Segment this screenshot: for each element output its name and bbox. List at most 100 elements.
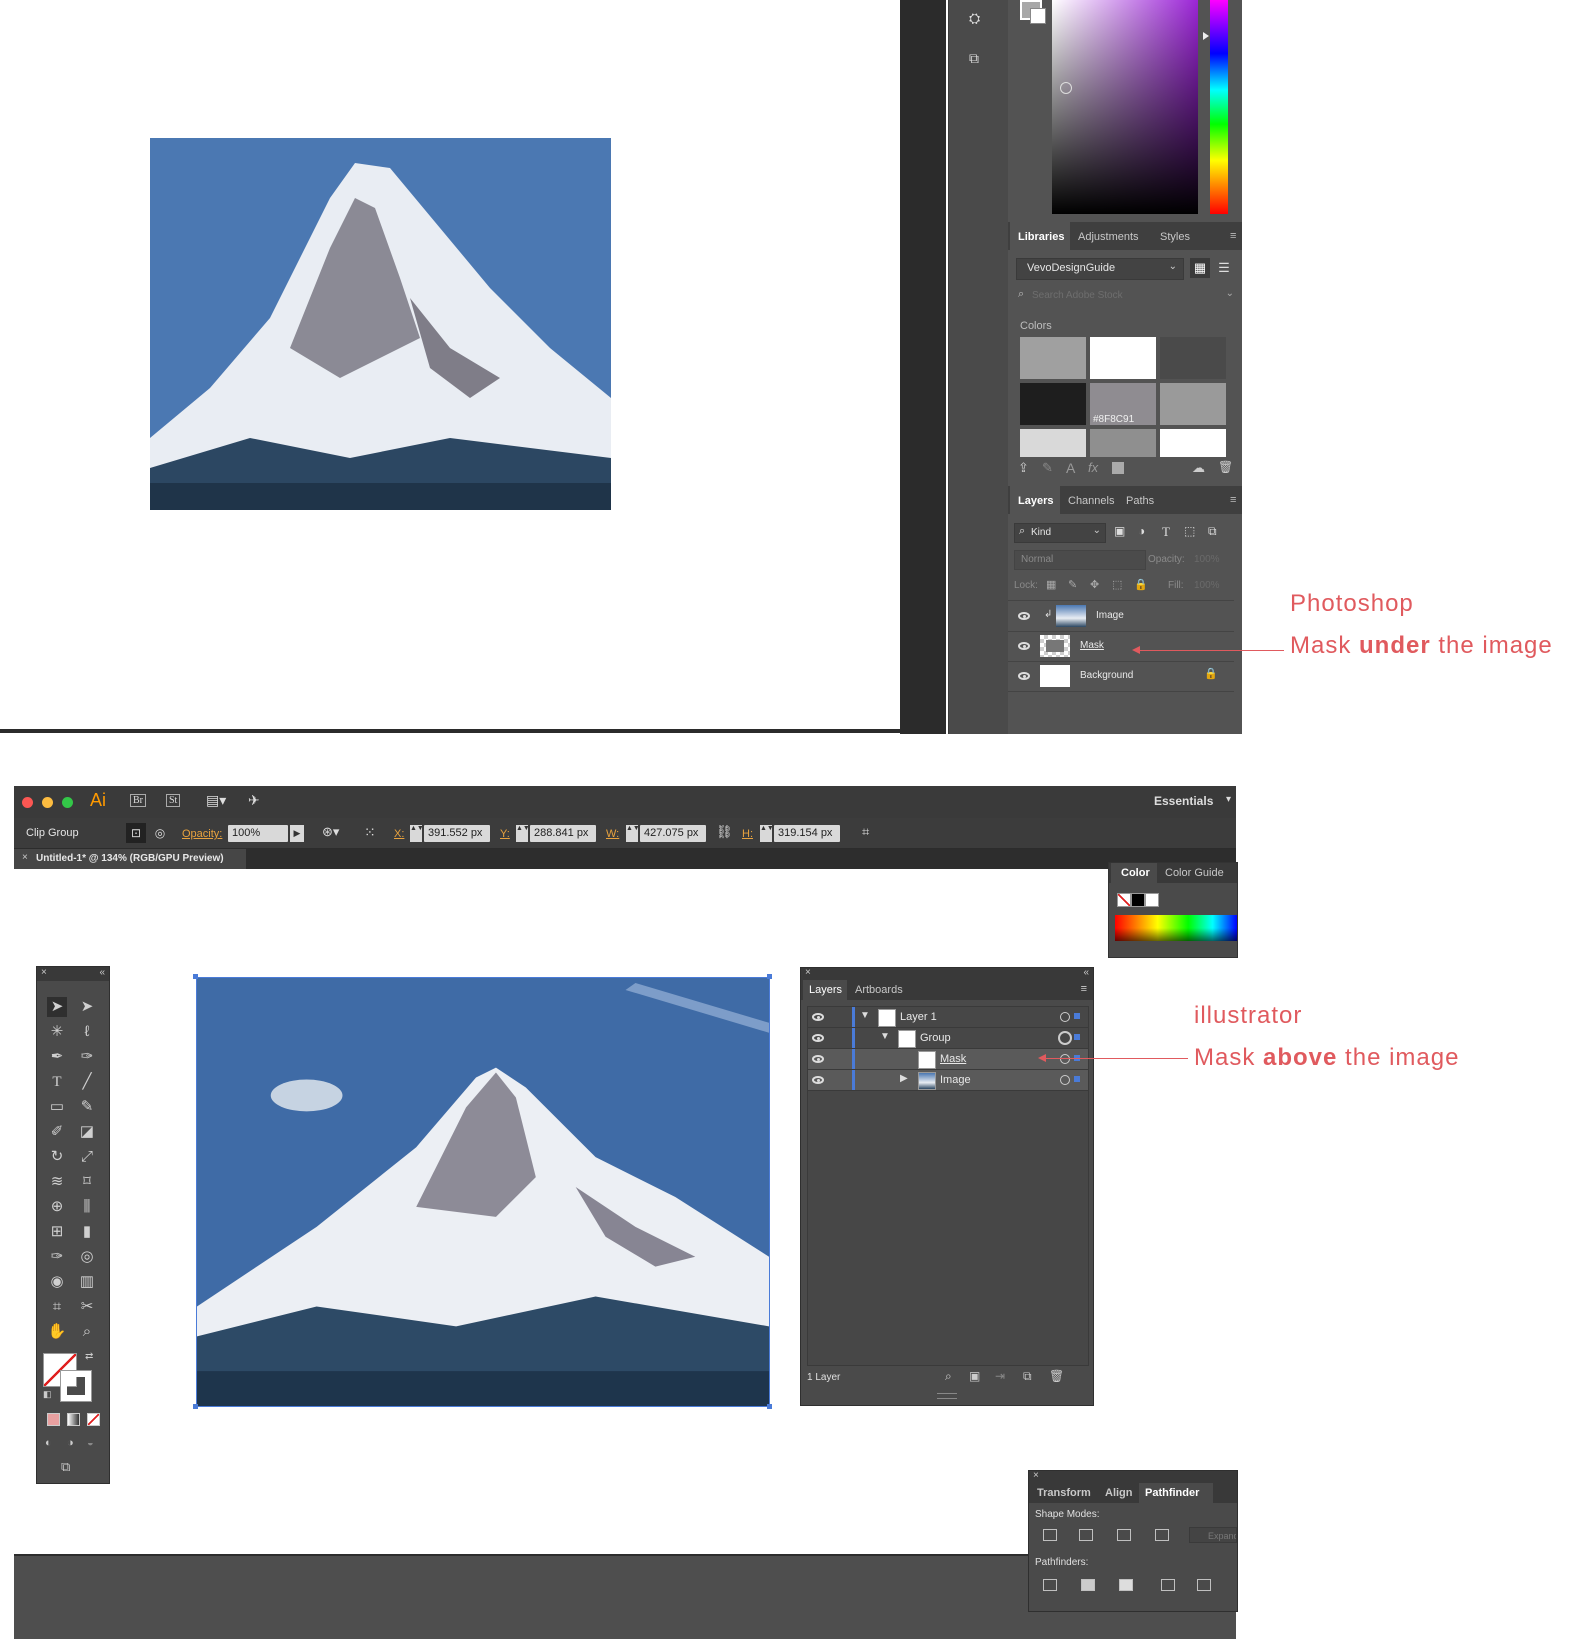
ai-layer-name[interactable]: Group: [920, 1032, 951, 1044]
zoom-tool-icon[interactable]: ⌕: [77, 1322, 97, 1342]
stock-button[interactable]: St: [166, 794, 181, 807]
crop-icon[interactable]: [1161, 1579, 1175, 1591]
filter-shape-icon[interactable]: ⬚: [1184, 524, 1195, 538]
lock-transparent-icon[interactable]: ▦: [1046, 578, 1056, 591]
default-fill-stroke-icon[interactable]: ◧: [43, 1389, 52, 1400]
ai-layer-name[interactable]: Image: [940, 1074, 971, 1086]
ai-layer-row[interactable]: Mask: [808, 1049, 1088, 1070]
bridge-button[interactable]: Br: [130, 794, 146, 807]
ps-tab-layers[interactable]: Layers: [1018, 495, 1053, 507]
ps-fg-bg-swatch[interactable]: [1020, 0, 1046, 24]
locate-object-icon[interactable]: ⌕: [945, 1369, 952, 1384]
ai-layer-row[interactable]: ▼ Group: [808, 1028, 1088, 1049]
h-label[interactable]: H:: [742, 828, 753, 840]
selection-square-icon[interactable]: [1074, 1034, 1080, 1040]
tab-layers[interactable]: Layers: [809, 984, 842, 996]
collapse-icon[interactable]: «: [99, 967, 105, 978]
close-icon[interactable]: ×: [1033, 1470, 1039, 1481]
w-field[interactable]: 427.075 px: [640, 825, 706, 842]
chevron-down-icon[interactable]: ▾: [1226, 794, 1231, 805]
target-circle-icon[interactable]: [1060, 1012, 1070, 1022]
draw-normal-icon[interactable]: ◐: [45, 1437, 52, 1449]
opacity-field[interactable]: 100%: [228, 825, 288, 842]
gradient-tool-icon[interactable]: ▮: [77, 1222, 97, 1242]
selection-square-icon[interactable]: [1074, 1013, 1080, 1019]
ps-blend-mode[interactable]: Normal: [1014, 550, 1146, 570]
lock-paint-icon[interactable]: ✎: [1068, 578, 1077, 591]
stepper-icon[interactable]: ▲▼: [410, 825, 424, 842]
filter-smart-icon[interactable]: ⧉: [1208, 524, 1217, 539]
y-field[interactable]: 288.841 px: [530, 825, 596, 842]
cloud-sync-icon[interactable]: ☁: [1192, 460, 1205, 476]
tab-artboards[interactable]: Artboards: [855, 984, 903, 996]
screen-mode-icon[interactable]: ⧉: [61, 1459, 70, 1475]
curvature-tool-icon[interactable]: ✑: [77, 1047, 97, 1067]
trash-icon[interactable]: 🗑: [1049, 1369, 1064, 1383]
lock-move-icon[interactable]: ✥: [1090, 578, 1099, 591]
new-sublayer-icon[interactable]: ⇥: [995, 1369, 1005, 1383]
tab-transform[interactable]: Transform: [1037, 1487, 1091, 1499]
ps-tab-adjustments[interactable]: Adjustments: [1078, 231, 1139, 243]
stepper-icon[interactable]: ▲▼: [626, 825, 640, 842]
selection-tool-icon[interactable]: ➤: [47, 997, 67, 1017]
perspective-grid-tool-icon[interactable]: ⫼: [77, 1197, 97, 1217]
x-label[interactable]: X:: [394, 828, 404, 840]
gpu-rocket-icon[interactable]: ✈: [248, 792, 260, 809]
visibility-eye-icon[interactable]: [812, 1055, 824, 1063]
line-tool-icon[interactable]: ╱: [77, 1072, 97, 1092]
ps-layer-row[interactable]: ↲ Image: [1008, 601, 1234, 632]
gradient-mode-icon[interactable]: [67, 1413, 80, 1426]
ai-layer-row[interactable]: ▼ Layer 1: [808, 1007, 1088, 1028]
blend-tool-icon[interactable]: ◎: [77, 1247, 97, 1267]
ai-layer-name[interactable]: Mask: [940, 1053, 966, 1065]
opacity-label[interactable]: Opacity:: [182, 828, 222, 840]
w-label[interactable]: W:: [606, 828, 619, 840]
new-layer-icon[interactable]: ⧉: [1023, 1369, 1032, 1384]
ps-hue-slider[interactable]: [1210, 0, 1228, 214]
make-clipping-mask-icon[interactable]: ▣: [969, 1369, 980, 1383]
ps-layer-row[interactable]: Mask: [1008, 631, 1234, 662]
library-color-swatch[interactable]: [1020, 429, 1086, 457]
ps-opacity-value[interactable]: 100%: [1194, 554, 1220, 565]
target-circle-icon[interactable]: [1060, 1075, 1070, 1085]
close-icon[interactable]: ×: [805, 967, 811, 978]
ps-tab-libraries[interactable]: Libraries: [1018, 231, 1064, 243]
visibility-eye-icon[interactable]: [812, 1034, 824, 1042]
trim-icon[interactable]: [1081, 1579, 1095, 1591]
expand-triangle-icon[interactable]: ▼: [880, 1031, 890, 1042]
outline-icon[interactable]: [1197, 1579, 1211, 1591]
zoom-window-icon[interactable]: [62, 797, 73, 808]
lock-artboard-icon[interactable]: ⬚: [1112, 578, 1122, 591]
ai-doc-tab[interactable]: × Untitled-1* @ 134% (RGB/GPU Preview): [14, 849, 246, 869]
library-color-swatch[interactable]: [1160, 383, 1226, 425]
recolor-icon[interactable]: ⊛▾: [322, 824, 339, 840]
divide-icon[interactable]: [1043, 1579, 1057, 1591]
ps-layer-row[interactable]: Background 🔒: [1008, 661, 1234, 692]
draw-behind-icon[interactable]: ◑: [67, 1437, 74, 1449]
align-grid-icon[interactable]: ⁙: [364, 824, 376, 841]
target-circle-icon[interactable]: [1060, 1054, 1070, 1064]
stepper-icon[interactable]: ▲▼: [516, 825, 530, 842]
column-graph-tool-icon[interactable]: ▥: [77, 1272, 97, 1292]
none-mode-icon[interactable]: [87, 1413, 100, 1426]
eraser-tool-icon[interactable]: ◪: [77, 1122, 97, 1142]
link-proportions-icon[interactable]: ⛓: [716, 824, 733, 840]
slice-tool-icon[interactable]: ✂: [77, 1297, 97, 1317]
ps-layers-menu-icon[interactable]: ≡: [1230, 494, 1236, 506]
expand-triangle-icon[interactable]: ▶: [900, 1073, 908, 1084]
close-icon[interactable]: ×: [22, 852, 28, 863]
workspace-switcher[interactable]: Essentials: [1154, 794, 1213, 808]
exclude-icon[interactable]: [1155, 1529, 1169, 1541]
minimize-window-icon[interactable]: [42, 797, 53, 808]
visibility-eye-icon[interactable]: [1018, 612, 1030, 620]
visibility-eye-icon[interactable]: [812, 1076, 824, 1084]
resize-grip[interactable]: [937, 1393, 957, 1399]
shape-builder-tool-icon[interactable]: ⊕: [47, 1197, 67, 1217]
text-style-icon[interactable]: A: [1066, 460, 1075, 476]
graphic-icon[interactable]: [1112, 462, 1124, 474]
paintbrush-tool-icon[interactable]: ✎: [77, 1097, 97, 1117]
color-mode-icon[interactable]: [47, 1413, 60, 1426]
white-swatch[interactable]: [1145, 893, 1159, 907]
selection-handle[interactable]: [767, 1404, 772, 1409]
symbol-sprayer-tool-icon[interactable]: ◉: [47, 1272, 67, 1292]
